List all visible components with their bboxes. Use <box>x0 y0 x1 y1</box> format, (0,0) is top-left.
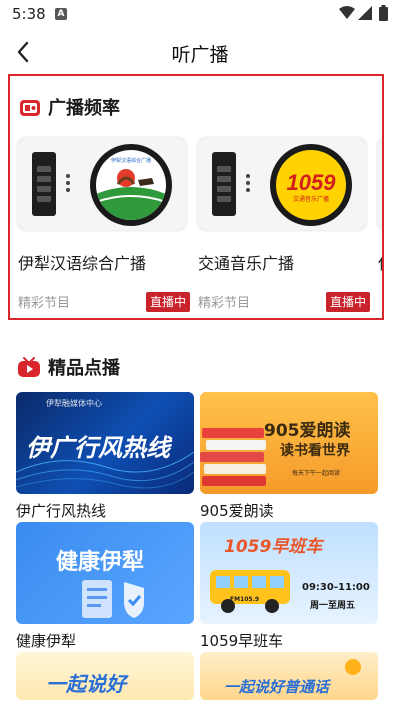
vod-thumbnail: 一起说好 <box>16 652 194 700</box>
vod-image-title: 一起说好普通话 <box>224 678 330 696</box>
vod-caption: 健康伊犁 <box>16 632 77 650</box>
vod-thumbnail: 伊犁融媒体中心 伊广行风热线 <box>16 392 194 494</box>
phone-icon <box>212 152 236 216</box>
svg-text:伊犁汉语综合广播: 伊犁汉语综合广播 <box>111 157 151 164</box>
vod-thumbnail: 健康伊犁 <box>16 522 194 624</box>
vod-image-title: 1059早班车 <box>224 537 323 557</box>
radio-station-list: 伊犁汉语综合广播 伊犁汉语综合广播 精彩节目 直播中 1059 交通音乐广播 交… <box>10 138 382 318</box>
header-bar: 听广播 <box>0 28 400 76</box>
vod-card[interactable]: 905爱朗读 读书看世界 每天下午一起阅读 905爱朗读 <box>200 392 378 521</box>
vod-caption: 伊广行风热线 <box>16 502 107 520</box>
radio-station-card[interactable]: 1059 交通音乐广播 交通音乐广播 精彩节目 直播中 <box>198 138 370 312</box>
vod-thumbnail: 1059早班车 FM105.9 09:30-11:00 周一至周五 <box>200 522 378 624</box>
tv-play-icon <box>18 357 40 377</box>
vod-image-title: 健康伊犁 <box>56 550 145 575</box>
vod-image-days: 周一至周五 <box>310 601 356 611</box>
vod-section-header: 精品点播 <box>18 354 120 380</box>
dots-icon <box>244 171 252 197</box>
phone-icon <box>32 152 56 216</box>
vod-image-title: 一起说好 <box>46 672 126 696</box>
dots-icon <box>64 171 72 197</box>
station-subtitle: 精彩节目 <box>198 296 251 311</box>
live-badge: 直播中 <box>325 292 370 312</box>
vod-caption: 1059早班车 <box>200 632 284 650</box>
vod-card[interactable]: 健康伊犁 健康伊犁 <box>16 522 194 651</box>
vod-image-footnote: 每天下午一起阅读 <box>292 470 341 477</box>
station-thumbnail <box>378 138 382 230</box>
battery-icon <box>379 5 388 21</box>
ili-radio-logo: 伊犁汉语综合广播 <box>96 157 166 220</box>
status-time: 5:38 <box>12 5 46 23</box>
vod-image-subtitle: 读书看世界 <box>280 443 350 459</box>
radio-section-header: 广播频率 <box>20 94 120 120</box>
vod-image-title: 伊广行风热线 <box>26 434 170 462</box>
bus-plate-text: FM105.9 <box>230 596 260 603</box>
station-name: 伊犁汉语综合广播 <box>18 254 147 273</box>
vod-caption: 905爱朗读 <box>200 502 274 520</box>
page-title: 听广播 <box>171 44 229 66</box>
status-bar: 5:38 A <box>0 0 400 28</box>
vod-section-title: 精品点播 <box>48 358 120 379</box>
vod-card[interactable]: 一起说好普通话 <box>200 652 378 700</box>
school-bus-icon <box>210 570 290 613</box>
vod-image-title: 905爱朗读 <box>264 421 351 441</box>
station-name: 交通音乐广播 <box>198 254 295 273</box>
wifi-icon <box>339 6 355 19</box>
station-thumbnail: 伊犁汉语综合广播 <box>18 138 186 230</box>
medical-report-icon <box>82 580 144 618</box>
radio-icon <box>20 100 40 116</box>
radio-frequency-section: 广播频率 伊犁汉语综合广播 伊犁汉语综合广播 精彩节目 直播中 1059 交通音… <box>8 74 384 320</box>
station-meta: 精彩节目 直播中 <box>198 292 370 312</box>
sun-icon <box>345 659 361 675</box>
station-subtitle: 精彩节目 <box>18 296 71 311</box>
station-meta: 精彩节目 直播中 <box>18 292 190 312</box>
vod-image-time: 09:30-11:00 <box>302 582 370 593</box>
vod-image-subtitle: 伊犁融媒体中心 <box>46 399 102 408</box>
live-badge: 直播中 <box>145 292 190 312</box>
vod-card[interactable]: 1059早班车 FM105.9 09:30-11:00 周一至周五 1059早班… <box>200 522 378 651</box>
vod-thumbnail: 一起说好普通话 <box>200 652 378 700</box>
radio-station-card[interactable]: 伊 <box>378 138 382 274</box>
vod-card[interactable]: 伊犁融媒体中心 伊广行风热线 伊广行风热线 <box>16 392 194 521</box>
station-thumbnail: 1059 交通音乐广播 <box>198 138 366 230</box>
station-logo-caption: 交通音乐广播 <box>292 196 329 203</box>
cellular-signal-icon <box>358 6 372 20</box>
station-logo-number: 1059 <box>286 170 336 195</box>
record-disc-icon: 伊犁汉语综合广播 <box>90 144 172 226</box>
notification-badge: A <box>55 8 67 20</box>
record-disc-icon: 1059 交通音乐广播 <box>270 144 352 226</box>
book-stack-icon <box>200 428 266 486</box>
vod-card[interactable]: 一起说好 <box>16 652 194 700</box>
radio-station-card[interactable]: 伊犁汉语综合广播 伊犁汉语综合广播 精彩节目 直播中 <box>18 138 190 312</box>
radio-section-title: 广播频率 <box>48 98 120 119</box>
station-name: 伊 <box>378 250 382 274</box>
vod-thumbnail: 905爱朗读 读书看世界 每天下午一起阅读 <box>200 392 378 494</box>
